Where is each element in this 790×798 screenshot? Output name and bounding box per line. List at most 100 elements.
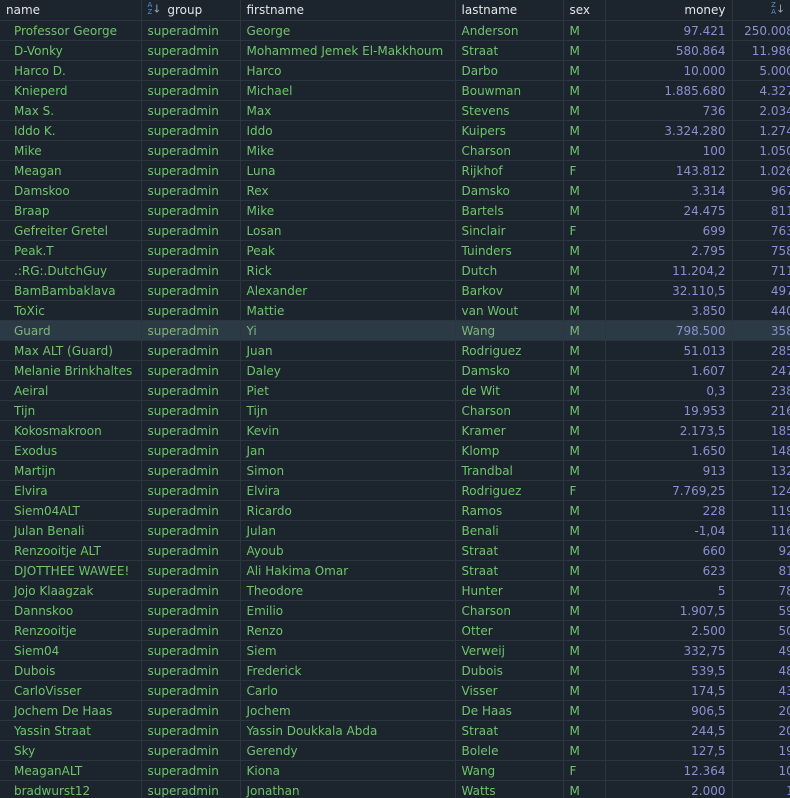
cell-bank[interactable]: 763.803 bbox=[732, 220, 790, 241]
cell-bank[interactable]: 59.725 bbox=[732, 600, 790, 621]
cell-sex[interactable]: M bbox=[563, 80, 606, 101]
cell-money[interactable]: 913 bbox=[605, 460, 733, 481]
cell-bank[interactable]: 711.336 bbox=[732, 260, 790, 281]
cell-firstname[interactable]: Frederick bbox=[240, 660, 456, 681]
cell-lastname[interactable]: Straat bbox=[455, 540, 564, 561]
cell-name[interactable]: Sky bbox=[0, 740, 142, 761]
cell-firstname[interactable]: Daley bbox=[240, 360, 456, 381]
table-row[interactable]: ToXicsuperadminMattievan WoutM3.850440.5… bbox=[0, 300, 790, 321]
cell-bank[interactable]: 1.274.890 bbox=[732, 120, 790, 141]
cell-money[interactable]: 0,3 bbox=[605, 380, 733, 401]
cell-firstname[interactable]: Mohammed Jemek El-Makkhoum bbox=[240, 40, 456, 61]
cell-lastname[interactable]: Charson bbox=[455, 600, 564, 621]
cell-bank[interactable]: 967.805 bbox=[732, 180, 790, 201]
cell-sex[interactable]: M bbox=[563, 780, 606, 798]
cell-name[interactable]: CarloVisser bbox=[0, 680, 142, 701]
cell-money[interactable]: 244,5 bbox=[605, 720, 733, 741]
cell-lastname[interactable]: Damsko bbox=[455, 360, 564, 381]
cell-sex[interactable]: M bbox=[563, 560, 606, 581]
cell-lastname[interactable]: Bartels bbox=[455, 200, 564, 221]
cell-name[interactable]: Renzooitje bbox=[0, 620, 142, 641]
cell-money[interactable]: 3.850 bbox=[605, 300, 733, 321]
cell-group[interactable]: superadmin bbox=[141, 420, 241, 441]
table-row[interactable]: Max ALT (Guard) superadmin Juan Rodriguez M 5… bbox=[0, 340, 790, 361]
cell-money[interactable]: 906,5 bbox=[605, 700, 733, 721]
cell-sex[interactable]: M bbox=[563, 500, 606, 521]
cell-bank[interactable]: 116.392 bbox=[732, 520, 790, 541]
cell-sex[interactable]: M bbox=[563, 520, 606, 541]
cell-name[interactable]: Aeiral bbox=[0, 380, 142, 401]
cell-lastname[interactable]: Tuinders bbox=[455, 240, 564, 261]
cell-name[interactable]: Renzooitje ALT bbox=[0, 540, 142, 561]
table-row[interactable]: Siem04superadminSiemVerweijM332,7549.184 bbox=[0, 640, 790, 661]
table-row[interactable]: SkysuperadminGerendyBoleleM127,519.625 bbox=[0, 740, 790, 761]
cell-money[interactable]: 1.885.680 bbox=[605, 80, 733, 101]
cell-firstname[interactable]: Mike bbox=[240, 140, 456, 161]
cell-sex[interactable]: M bbox=[563, 200, 606, 221]
cell-group[interactable]: superadmin bbox=[141, 620, 241, 641]
cell-name[interactable]: Jochem De Haas bbox=[0, 700, 142, 721]
cell-bank[interactable]: 185.680 bbox=[732, 420, 790, 441]
cell-money[interactable]: 2.500 bbox=[605, 620, 733, 641]
cell-lastname[interactable]: Sinclair bbox=[455, 220, 564, 241]
column-header-lastname[interactable]: lastname bbox=[455, 0, 564, 21]
cell-lastname[interactable]: Benali bbox=[455, 520, 564, 541]
cell-lastname[interactable]: Damsko bbox=[455, 180, 564, 201]
cell-bank[interactable]: 49.184 bbox=[732, 640, 790, 661]
cell-sex[interactable]: M bbox=[563, 420, 606, 441]
cell-firstname[interactable]: Piet bbox=[240, 380, 456, 401]
cell-group[interactable]: superadmin bbox=[141, 700, 241, 721]
cell-firstname[interactable]: Michael bbox=[240, 80, 456, 101]
cell-group[interactable]: superadmin bbox=[141, 580, 241, 601]
cell-money[interactable]: 3.324.280 bbox=[605, 120, 733, 141]
table-row[interactable]: MikesuperadminMikeCharsonM1001.050.000 bbox=[0, 140, 790, 161]
cell-sex[interactable]: M bbox=[563, 20, 606, 41]
cell-name[interactable]: bradwurst12 bbox=[0, 780, 142, 798]
cell-sex[interactable]: F bbox=[563, 220, 606, 241]
cell-lastname[interactable]: Rodriguez bbox=[455, 480, 564, 501]
cell-money[interactable]: 798.500 bbox=[605, 320, 733, 341]
cell-bank[interactable]: 1.026.400 bbox=[732, 160, 790, 181]
cell-name[interactable]: D-Vonky bbox=[0, 40, 142, 61]
cell-firstname[interactable]: Mattie bbox=[240, 300, 456, 321]
cell-sex[interactable]: M bbox=[563, 280, 606, 301]
cell-group[interactable]: superadmin bbox=[141, 80, 241, 101]
cell-bank[interactable]: 811.316 bbox=[732, 200, 790, 221]
table-row[interactable]: MeagansuperadminLunaRijkhofF143.8121.026… bbox=[0, 160, 790, 181]
cell-lastname[interactable]: Bolele bbox=[455, 740, 564, 761]
cell-bank[interactable]: 92.249 bbox=[732, 540, 790, 561]
cell-bank[interactable]: 4.327.800 bbox=[732, 80, 790, 101]
cell-group[interactable]: superadmin bbox=[141, 300, 241, 321]
cell-group[interactable]: superadmin bbox=[141, 400, 241, 421]
cell-bank[interactable]: 11.986.000 bbox=[732, 40, 790, 61]
cell-name[interactable]: Meagan bbox=[0, 160, 142, 181]
table-row[interactable]: Gefreiter Gretel superadmin Losan Sinclair F… bbox=[0, 220, 790, 241]
cell-group[interactable]: superadmin bbox=[141, 660, 241, 681]
cell-sex[interactable]: M bbox=[563, 740, 606, 761]
cell-sex[interactable]: M bbox=[563, 660, 606, 681]
cell-bank[interactable]: 20.375 bbox=[732, 720, 790, 741]
cell-group[interactable]: superadmin bbox=[141, 480, 241, 501]
cell-name[interactable]: Knieperd bbox=[0, 80, 142, 101]
cell-bank[interactable]: 48.737 bbox=[732, 660, 790, 681]
cell-lastname[interactable]: Otter bbox=[455, 620, 564, 641]
cell-firstname[interactable]: Max bbox=[240, 100, 456, 121]
cell-name[interactable]: Dannskoo bbox=[0, 600, 142, 621]
table-row[interactable]: ExodussuperadminJanKlompM1.650148.470 bbox=[0, 440, 790, 461]
cell-name[interactable]: Guard bbox=[0, 320, 142, 341]
cell-money[interactable]: 580.864 bbox=[605, 40, 733, 61]
table-row[interactable]: Jochem De Haas superadmin Jochem De Haas M 90… bbox=[0, 700, 790, 721]
cell-sex[interactable]: F bbox=[563, 760, 606, 781]
cell-lastname[interactable]: Wang bbox=[455, 320, 564, 341]
cell-lastname[interactable]: Darbo bbox=[455, 60, 564, 81]
cell-money[interactable]: 736 bbox=[605, 100, 733, 121]
table-row[interactable]: bradwurst12 superadmin Jonathan Watts M 2.000… bbox=[0, 780, 790, 798]
cell-lastname[interactable]: Charson bbox=[455, 140, 564, 161]
cell-group[interactable]: superadmin bbox=[141, 260, 241, 281]
cell-name[interactable]: Exodus bbox=[0, 440, 142, 461]
cell-money[interactable]: 51.013 bbox=[605, 340, 733, 361]
cell-firstname[interactable]: Renzo bbox=[240, 620, 456, 641]
cell-firstname[interactable]: Jochem bbox=[240, 700, 456, 721]
cell-sex[interactable]: M bbox=[563, 300, 606, 321]
cell-money[interactable]: 1.907,5 bbox=[605, 600, 733, 621]
